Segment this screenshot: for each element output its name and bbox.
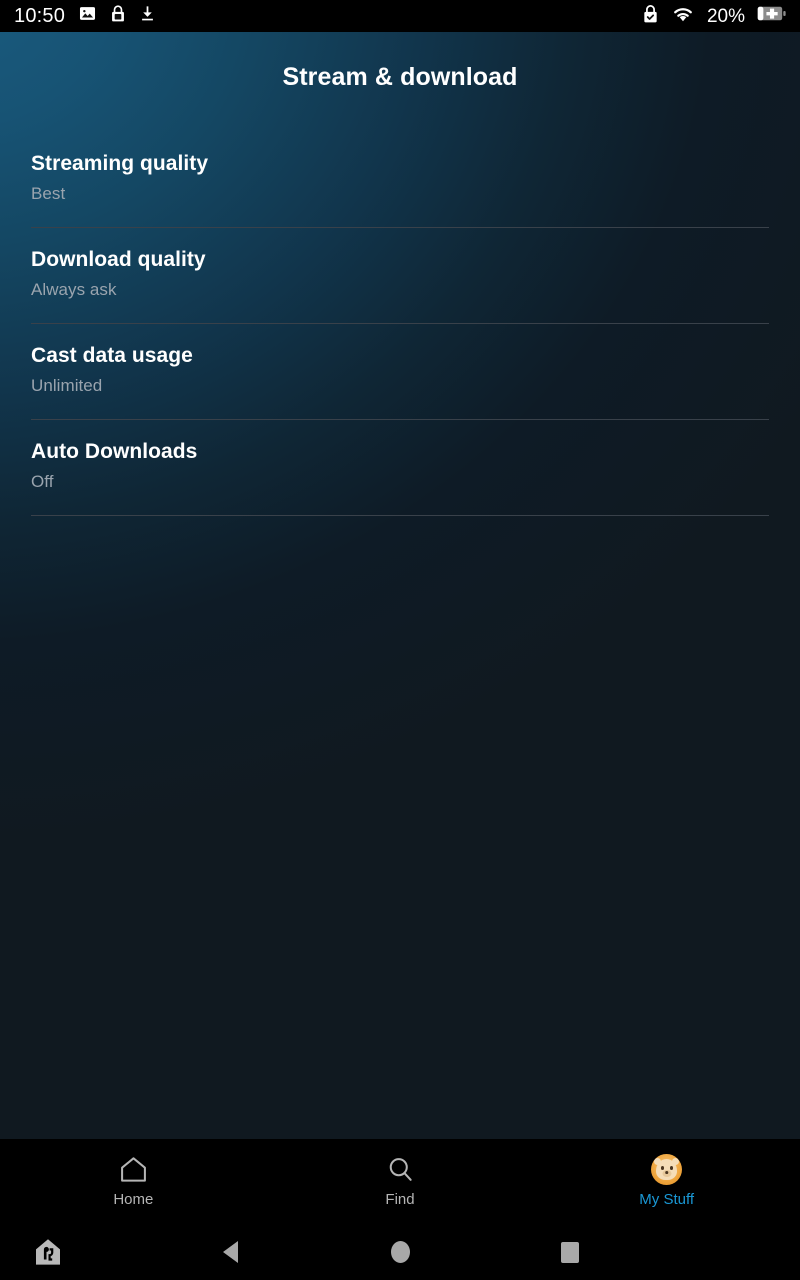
screenshot-icon <box>78 4 97 28</box>
back-icon[interactable] <box>200 1224 260 1280</box>
search-icon <box>385 1152 416 1186</box>
settings-list: Streaming quality Best Download quality … <box>0 132 800 516</box>
download-icon <box>139 4 156 28</box>
battery-charging-icon <box>757 5 786 27</box>
recents-icon[interactable] <box>540 1224 600 1280</box>
recents-square <box>561 1241 579 1263</box>
tab-home[interactable]: Home <box>0 1139 267 1207</box>
avatar-nose <box>664 1170 669 1174</box>
setting-title: Streaming quality <box>31 152 209 175</box>
setting-value: Always ask <box>31 280 117 299</box>
app-content: Stream & download Streaming quality Best… <box>0 32 800 1139</box>
setting-title: Download quality <box>31 248 206 271</box>
avatar <box>651 1153 683 1185</box>
setting-value: Best <box>31 184 66 203</box>
setting-row-auto-downloads[interactable]: Auto Downloads Off <box>31 420 769 516</box>
avatar-eye-left <box>660 1166 664 1170</box>
back-triangle <box>222 1241 238 1263</box>
device-screen: 10:50 20% Stream & download Streaming qu… <box>0 0 800 1280</box>
avatar-eye-right <box>669 1166 673 1170</box>
setting-title: Auto Downloads <box>31 440 198 463</box>
vpn-lock-icon <box>642 4 659 29</box>
status-bar-left-group: 10:50 <box>14 4 156 28</box>
setting-row-cast-data-usage[interactable]: Cast data usage Unlimited <box>31 324 769 420</box>
avatar-ear-left <box>654 1158 662 1165</box>
setting-value: Unlimited <box>31 376 103 395</box>
smart-home-assistant-icon[interactable] <box>18 1224 78 1280</box>
setting-title: Cast data usage <box>31 344 193 367</box>
status-bar-clock: 10:50 <box>14 5 66 27</box>
setting-value: Off <box>31 472 54 491</box>
profile-avatar-icon <box>651 1152 683 1186</box>
home-circle <box>390 1241 410 1263</box>
tab-find[interactable]: Find <box>267 1139 534 1207</box>
android-status-bar: 10:50 20% <box>0 0 800 32</box>
tab-my-stuff[interactable]: My Stuff <box>533 1139 800 1207</box>
home-icon[interactable] <box>370 1224 430 1280</box>
tab-my-stuff-label: My Stuff <box>639 1191 695 1208</box>
setting-row-streaming-quality[interactable]: Streaming quality Best <box>31 132 769 228</box>
avatar-ear-right <box>672 1158 680 1165</box>
battery-percent-label: 20% <box>706 5 745 27</box>
avatar-face <box>654 1158 680 1180</box>
lock-icon <box>110 4 126 28</box>
page-title: Stream & download <box>282 63 518 91</box>
bottom-tab-bar: Home Find My Stuff <box>0 1139 800 1224</box>
android-nav-bar <box>0 1224 800 1280</box>
home-icon <box>118 1152 149 1186</box>
tab-find-label: Find <box>385 1191 415 1208</box>
tab-home-label: Home <box>113 1191 154 1208</box>
setting-row-download-quality[interactable]: Download quality Always ask <box>31 228 769 324</box>
wifi-icon <box>671 4 695 28</box>
status-bar-right-group: 20% <box>642 4 786 29</box>
